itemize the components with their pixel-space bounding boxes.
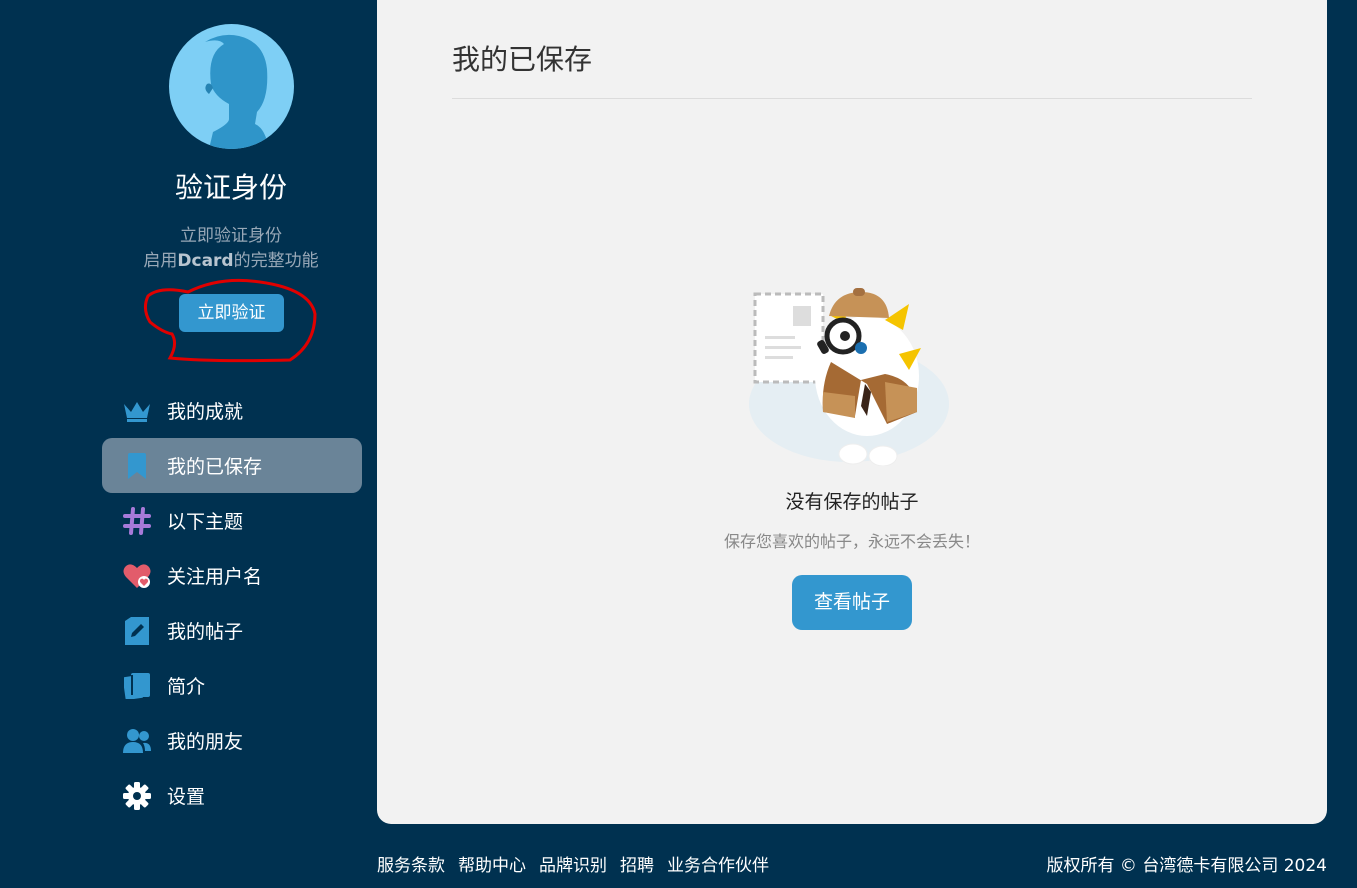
profile-card-icon	[122, 671, 152, 701]
sidebar-item-label: 我的帖子	[167, 621, 244, 643]
title-divider	[452, 98, 1252, 99]
sidebar-nav: 我的成就 我的已保存 以下主题 关注用户名 我的帖子 简介 我的朋友 设置	[102, 383, 362, 823]
footer-links: 服务条款 帮助中心 品牌识别 招聘 业务合作伙伴	[377, 852, 769, 880]
footer-link-terms[interactable]: 服务条款	[377, 852, 445, 880]
hashtag-icon	[122, 506, 152, 536]
sidebar-item-label: 关注用户名	[167, 566, 263, 588]
sidebar-item-my-posts[interactable]: 我的帖子	[102, 603, 362, 658]
empty-state-title: 没有保存的帖子	[785, 491, 919, 513]
footer-link-partners[interactable]: 业务合作伙伴	[667, 852, 769, 880]
bookmark-icon	[122, 451, 152, 481]
sidebar-item-label: 以下主题	[167, 511, 244, 533]
sidebar-item-profile[interactable]: 简介	[102, 658, 362, 713]
footer-link-help-center[interactable]: 帮助中心	[458, 852, 526, 880]
edit-post-icon	[122, 616, 152, 646]
sidebar-item-saved[interactable]: 我的已保存	[102, 438, 362, 493]
footer-link-brand[interactable]: 品牌识别	[539, 852, 607, 880]
empty-state-description: 保存您喜欢的帖子，永远不会丢失！	[723, 532, 980, 551]
sidebar-item-label: 我的成就	[167, 401, 244, 423]
sidebar-item-achievements[interactable]: 我的成就	[102, 383, 362, 438]
detective-mascot-illustration	[749, 288, 949, 466]
verify-now-button[interactable]: 立即验证	[179, 294, 284, 332]
sidebar-item-label: 设置	[167, 786, 206, 808]
sidebar-item-friends[interactable]: 我的朋友	[102, 713, 362, 768]
footer-link-careers[interactable]: 招聘	[620, 852, 654, 880]
heart-icon	[122, 561, 152, 591]
sidebar-item-topics[interactable]: 以下主题	[102, 493, 362, 548]
friends-icon	[122, 726, 152, 756]
main-panel: 我的已保存 没有保存的帖子 保存您喜欢的帖子，永远不会丢失！ 查看帖子	[377, 0, 1327, 824]
brand-name: Dcard	[177, 251, 234, 271]
view-posts-button[interactable]: 查看帖子	[792, 575, 912, 630]
page-title: 我的已保存	[452, 43, 593, 76]
gear-icon	[122, 781, 152, 811]
crown-icon	[122, 396, 152, 426]
sidebar-item-following[interactable]: 关注用户名	[102, 548, 362, 603]
copyright-text: 版权所有 © 台湾德卡有限公司 2024	[1046, 856, 1327, 876]
avatar	[169, 24, 294, 149]
sidebar-item-settings[interactable]: 设置	[102, 768, 362, 823]
sidebar-item-label: 我的已保存	[167, 456, 263, 478]
sidebar-item-label: 简介	[167, 676, 206, 698]
sidebar-item-label: 我的朋友	[167, 731, 244, 753]
